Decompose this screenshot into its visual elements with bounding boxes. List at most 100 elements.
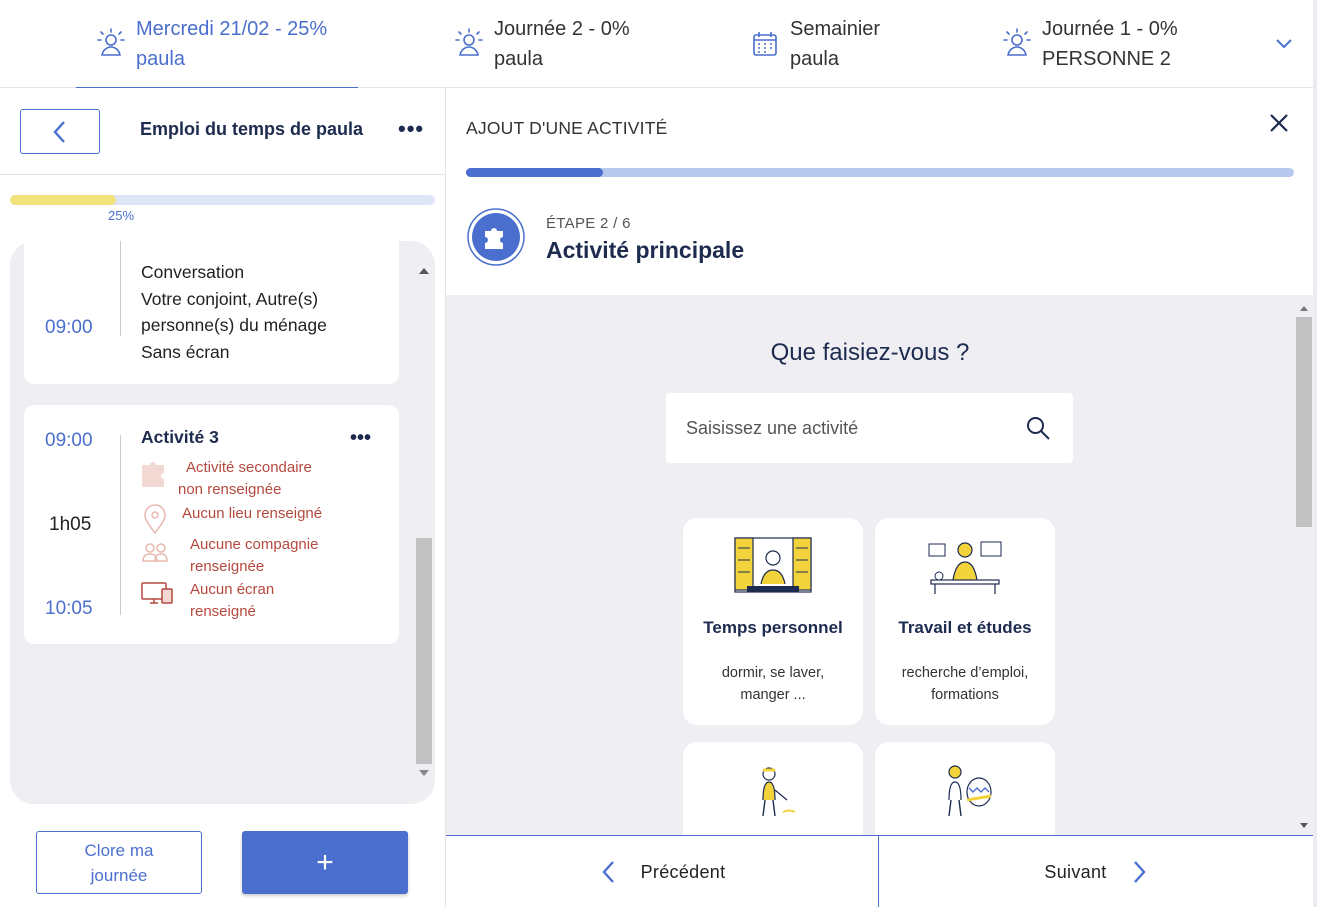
warning-company: Aucune compagnie renseignée	[140, 534, 318, 578]
category-leisure[interactable]	[875, 742, 1055, 835]
scroll-down-arrow[interactable]	[1300, 823, 1308, 828]
close-day-button[interactable]: Clore ma journée	[36, 831, 202, 894]
window-edge	[1313, 0, 1317, 907]
previous-label: Précédent	[640, 861, 726, 882]
activity-list: Conversation Votre conjoint, Autre(s) pe…	[10, 241, 435, 804]
warning-text-cont: renseigné	[190, 603, 256, 620]
timeline-line	[120, 241, 121, 336]
activity-selection-area: Que faisiez-vous ? Temps personnel dormi…	[446, 295, 1313, 835]
warning-text-cont: renseignée	[190, 558, 265, 575]
tab-title: Journée 2 - 0%	[494, 18, 630, 40]
category-desc-line-cont: manger ...	[740, 687, 806, 703]
day-progress-label: 25%	[108, 208, 135, 223]
time-end: 10:05	[45, 598, 93, 619]
tab-title: Semainier	[790, 18, 881, 40]
tab-journee-1[interactable]: Journée 1 - 0% PERSONNE 2	[1000, 0, 1230, 88]
activity-screen: Sans écran	[141, 341, 230, 362]
chevron-left-icon	[53, 120, 65, 143]
previous-button[interactable]: Précédent	[446, 836, 879, 907]
scroll-down-arrow[interactable]	[419, 770, 429, 776]
activity-details: Conversation Votre conjoint, Autre(s) pe…	[141, 259, 391, 365]
category-name: Travail et études	[898, 618, 1032, 637]
scroll-up-arrow[interactable]	[1300, 306, 1308, 311]
step-progress-fill	[466, 168, 604, 177]
close-day-label-cont: journée	[90, 865, 148, 885]
people-icon	[142, 543, 168, 562]
step-counter: ÉTAPE 2 / 6	[546, 215, 631, 232]
tab-semainier[interactable]: Semainier paula	[748, 0, 948, 88]
activity-company: Votre conjoint, Autre(s)	[141, 288, 319, 309]
plus-icon: +	[316, 845, 334, 879]
warning-text: Aucune compagnie	[190, 536, 319, 553]
tab-subtitle: paula	[790, 48, 839, 70]
tab-subtitle: paula	[136, 48, 185, 70]
question-title: Que faisiez-vous ?	[770, 339, 970, 366]
scrollbar-thumb[interactable]	[1296, 317, 1312, 527]
tab-journee-2[interactable]: Journée 2 - 0% paula	[452, 0, 682, 88]
category-description: dormir, se laver, manger ...	[693, 662, 853, 706]
warning-location: Aucun lieu renseigné	[140, 503, 322, 535]
scrollbar-thumb[interactable]	[416, 538, 432, 764]
step-progress-bar	[466, 168, 1294, 177]
category-name: Temps personnel	[703, 618, 843, 637]
close-icon[interactable]	[1268, 112, 1290, 134]
day-progress-fill	[10, 195, 117, 205]
category-desc-line-cont: formations	[931, 687, 999, 703]
category-description: recherche d’emploi, formations	[885, 662, 1045, 706]
panel-title: AJOUT D'UNE ACTIVITÉ	[466, 118, 668, 138]
painting-person-illustration-icon	[948, 765, 992, 817]
warning-text: Aucun lieu renseigné	[182, 505, 323, 522]
day-progress-bar	[10, 195, 435, 205]
activity-search-input[interactable]	[686, 417, 1006, 439]
schedule-panel: Emploi du temps de paula ••• 25% Convers…	[0, 88, 446, 907]
window-person-illustration-icon	[734, 537, 812, 593]
screen-icon	[141, 582, 173, 604]
next-button[interactable]: Suivant	[880, 836, 1313, 907]
time-end: 09:00	[45, 317, 93, 338]
tab-subtitle: PERSONNE 2	[1042, 48, 1171, 70]
tab-title: Mercredi 21/02 - 25%	[136, 18, 328, 40]
category-desc-line: recherche d’emploi,	[901, 665, 1029, 681]
category-household-tasks[interactable]	[683, 742, 863, 835]
tab-mercredi[interactable]: Mercredi 21/02 - 25% paula	[76, 0, 358, 89]
time-start: 09:00	[45, 430, 93, 451]
add-activity-panel: AJOUT D'UNE ACTIVITÉ ÉTAPE 2 / 6 Activit…	[446, 88, 1313, 907]
scroll-up-arrow[interactable]	[419, 268, 429, 274]
location-pin-icon	[144, 504, 166, 535]
category-desc-line: dormir, se laver,	[721, 665, 825, 681]
tab-title: Journée 1 - 0%	[1042, 18, 1178, 40]
chevron-left-icon	[601, 861, 614, 883]
back-button[interactable]	[20, 109, 100, 154]
category-work-studies[interactable]: Travail et études recherche d’emploi, for…	[875, 518, 1055, 725]
activity-card[interactable]: Conversation Votre conjoint, Autre(s) pe…	[24, 241, 399, 384]
close-day-label: Clore ma	[84, 840, 154, 860]
search-icon[interactable]	[1025, 415, 1051, 441]
calendar-icon	[753, 32, 777, 56]
activity-more-icon[interactable]: •••	[350, 427, 371, 450]
category-personal-time[interactable]: Temps personnel dormir, se laver, manger …	[683, 518, 863, 725]
sunrise-person-icon	[455, 28, 483, 56]
activity-card-3[interactable]: 09:00 1h05 10:05 Activité 3 ••• Activité…	[24, 405, 399, 644]
warning-text-cont: non renseignée	[178, 481, 282, 498]
activity-search	[666, 393, 1073, 463]
tab-subtitle: paula	[494, 48, 543, 70]
schedule-title: Emploi du temps de paula	[140, 119, 364, 139]
puzzle-icon	[467, 208, 525, 266]
activity-company-cont: personne(s) du ménage	[141, 315, 327, 335]
warning-secondary-activity: Activité secondaire non renseignée	[140, 457, 312, 501]
puzzle-icon	[142, 462, 164, 487]
activity-name: Conversation	[141, 262, 245, 282]
step-title: Activité principale	[546, 237, 745, 263]
chevron-right-icon	[1133, 861, 1146, 883]
warning-screen: Aucun écran renseigné	[140, 579, 274, 623]
warning-text: Activité secondaire	[186, 459, 312, 476]
add-activity-button[interactable]: +	[242, 831, 408, 894]
more-options-icon[interactable]: •••	[398, 116, 424, 142]
chevron-down-icon[interactable]	[1273, 32, 1295, 54]
duration: 1h05	[49, 514, 92, 535]
activity-title: Activité 3	[141, 427, 219, 447]
wizard-footer: Précédent Suivant	[446, 835, 1313, 907]
divider	[0, 174, 446, 175]
next-label: Suivant	[1044, 861, 1107, 882]
sunrise-person-icon	[97, 28, 125, 56]
